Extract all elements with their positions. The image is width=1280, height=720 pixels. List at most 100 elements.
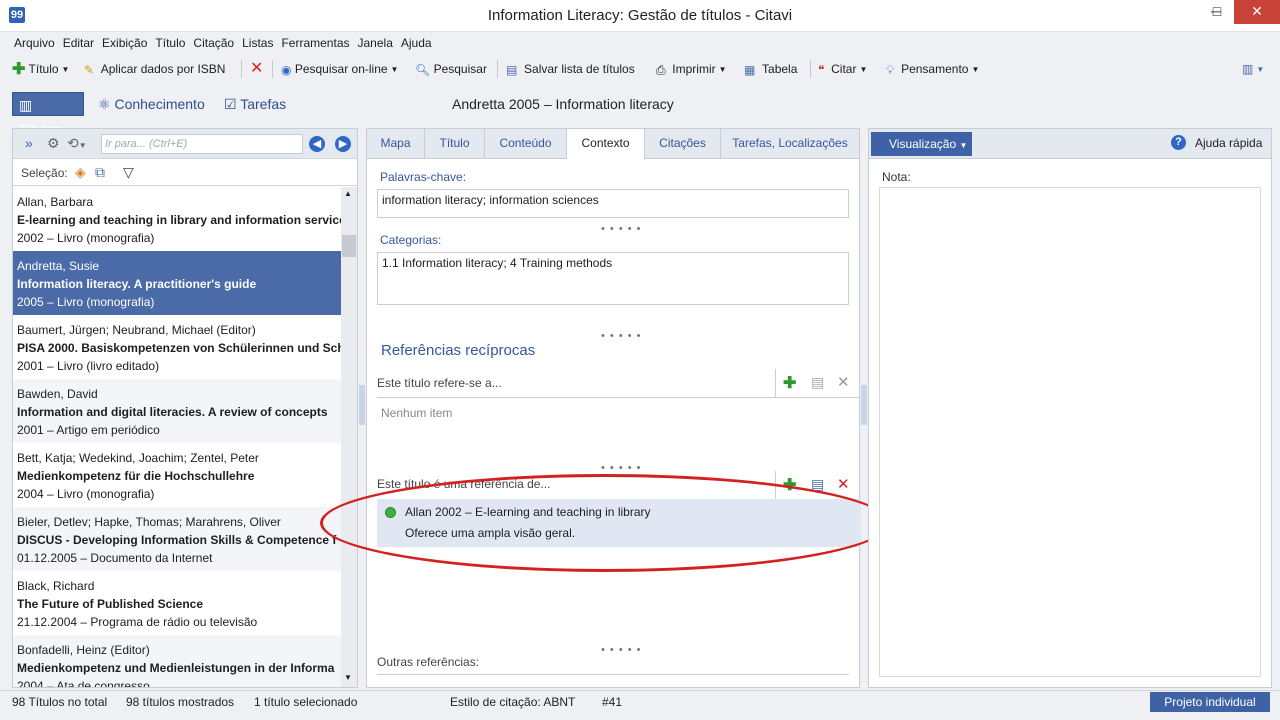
note-field[interactable] (879, 187, 1261, 677)
menu-janela[interactable]: Janela (355, 33, 396, 53)
reference-list-panel: » ⚙ ⟲▼ Ir para... (Ctrl+E) ◀ ▶ Seleção: … (12, 128, 358, 688)
history-icon[interactable]: ⟲▼ (67, 135, 87, 152)
menu-titulo[interactable]: Título (152, 33, 188, 53)
reference-authors: Allan, Barbara (17, 195, 94, 209)
refers-to-label: Este título refere-se a... (377, 376, 502, 390)
tab-titulo[interactable]: Título (425, 129, 485, 159)
thought-button[interactable]: 💡︎ Pensamento ▼ (886, 59, 979, 79)
reference-authors: Andretta, Susie (17, 259, 100, 273)
tab-contexto[interactable]: Contexto (567, 129, 645, 160)
remove-link-icon[interactable]: ✕ (837, 373, 850, 391)
forward-icon[interactable]: ▶ (335, 136, 351, 152)
tab-titulos[interactable]: ▥ Títulos (12, 92, 84, 137)
close-button[interactable]: ✕ (1234, 0, 1280, 24)
tab-mapa[interactable]: Mapa (367, 129, 425, 159)
scroll-up-icon[interactable]: ▲ (344, 189, 352, 198)
select-list-icon[interactable]: ⧉ (95, 164, 105, 181)
reference-authors: Black, Richard (17, 579, 95, 593)
layout-icon[interactable]: ▥ ▼ (1242, 59, 1264, 79)
cross-references-heading: Referências recíprocas (381, 342, 536, 359)
tab-tarefas[interactable]: ☑ Tarefas (218, 92, 292, 116)
gear-icon[interactable]: ⚙ (47, 135, 60, 152)
reference-title: DISCUS - Developing Information Skills &… (17, 533, 337, 547)
menu-listas[interactable]: Listas (239, 33, 276, 53)
expand-icon[interactable]: » (25, 135, 33, 151)
reference-row[interactable]: Andretta, Susie Information literacy. A p… (13, 251, 341, 315)
reference-row[interactable]: Bieler, Detlev; Hapke, Thomas; Marahrens… (13, 507, 341, 571)
knowledge-icon: ⚛ (98, 96, 111, 112)
keywords-field[interactable]: information literacy; information scienc… (377, 189, 849, 218)
selection-label: Seleção: (21, 166, 68, 180)
table-button[interactable]: ▦ Tabela (744, 59, 797, 79)
editor-tabs: Mapa Título Conteúdo Contexto Citações T… (367, 129, 859, 160)
menu-ferramentas[interactable]: Ferramentas (278, 33, 352, 53)
list-scrollbar[interactable]: ▲ ▼ (341, 187, 357, 687)
save-list-button[interactable]: ▤ Salvar lista de títulos (506, 59, 635, 79)
maximize-icon[interactable]: □ (1200, 0, 1234, 24)
scroll-down-icon[interactable]: ▼ (344, 673, 352, 682)
tab-conteudo[interactable]: Conteúdo (485, 129, 567, 159)
selected-count: 1 título selecionado (254, 695, 358, 709)
tab-conhecimento[interactable]: ⚛ Conhecimento (92, 92, 211, 116)
reference-row[interactable]: Allan, Barbara E-learning and teaching in… (13, 187, 341, 251)
print-button[interactable]: ⎙ Imprimir ▼ (656, 59, 727, 79)
empty-list-text: Nenhum item (381, 406, 453, 420)
tab-tarefas-localizacoes[interactable]: Tarefas, Localizações (721, 129, 859, 159)
search-button[interactable]: 🔍︎ Pesquisar (415, 59, 487, 79)
reference-info: 21.12.2004 – Programa de rádio ou televi… (17, 615, 258, 629)
splitter-dots[interactable]: • • • • • (601, 330, 641, 342)
add-link-icon[interactable]: ✚ (783, 373, 796, 393)
categories-field[interactable]: 1.1 Information literacy; 4 Training met… (377, 252, 849, 305)
tab-citacoes[interactable]: Citações (645, 129, 721, 159)
new-title-button[interactable]: ✚ Título ▼ (12, 59, 69, 79)
reference-row[interactable]: Black, Richard The Future of Published Sc… (13, 571, 341, 635)
tasks-icon: ☑ (224, 96, 237, 112)
reference-editor-panel: Mapa Título Conteúdo Contexto Citações T… (366, 128, 861, 688)
shown-count: 98 títulos mostrados (126, 695, 235, 709)
print-icon: ⎙ (656, 62, 666, 77)
goto-search-input[interactable]: Ir para... (Ctrl+E) (101, 134, 303, 154)
right-splitter-handle[interactable] (861, 385, 867, 425)
titles-icon: ▥ (19, 97, 33, 113)
splitter-dots[interactable]: • • • • • (601, 644, 641, 656)
table-icon: ▦ (744, 62, 756, 77)
quick-help-link[interactable]: Ajuda rápida (1195, 136, 1262, 150)
reference-row[interactable]: Bonfadelli, Heinz (Editor) Medienkompeten… (13, 635, 341, 687)
back-icon[interactable]: ◀ (309, 136, 325, 152)
preview-dropdown-button[interactable]: Visualização ▼ (871, 132, 972, 156)
delete-icon[interactable]: ✕ (250, 59, 263, 79)
online-search-button[interactable]: ◉ Pesquisar on-line ▼ (281, 59, 398, 79)
window-title: Information Literacy: Gestão de títulos … (487, 7, 793, 24)
menu-arquivo[interactable]: Arquivo (11, 33, 58, 53)
menu-citacao[interactable]: Citação (190, 33, 237, 53)
filter-icon[interactable]: ▽ (123, 164, 134, 181)
reference-row[interactable]: Baumert, Jürgen; Neubrand, Michael (Edit… (13, 315, 341, 379)
reference-title: Medienkompetenz für die Hochschullehre (17, 469, 255, 483)
left-splitter-handle[interactable] (359, 385, 365, 425)
help-icon[interactable]: ? (1171, 135, 1186, 150)
splitter-dots[interactable]: • • • • • (601, 462, 641, 474)
menu-ajuda[interactable]: Ajuda (398, 33, 435, 53)
isbn-button[interactable]: ✎ Aplicar dados por ISBN (84, 59, 225, 79)
keywords-label: Palavras-chave: (380, 170, 467, 184)
preview-panel: Visualização ▼ ? Ajuda rápida Nota: (868, 128, 1272, 688)
reference-authors: Baumert, Jürgen; Neubrand, Michael (Edit… (17, 323, 256, 337)
scroll-thumb[interactable] (342, 235, 356, 257)
select-tag-icon[interactable]: ◈ (75, 164, 86, 181)
splitter-dots[interactable]: • • • • • (601, 223, 641, 235)
quote-icon: ❝ (818, 62, 825, 77)
reference-title: E-learning and teaching in library and i… (17, 213, 341, 227)
cite-button[interactable]: ❝ Citar ▼ (818, 59, 867, 79)
reference-row[interactable]: Bawden, David Information and digital lit… (13, 379, 341, 443)
menu-exibicao[interactable]: Exibição (99, 33, 150, 53)
edit-link-icon[interactable]: ▤ (811, 374, 824, 391)
reference-authors: Bawden, David (17, 387, 98, 401)
menu-editar[interactable]: Editar (60, 33, 97, 53)
toolbar: ✚ Título ▼ ✎ Aplicar dados por ISBN ✕ ◉ P… (0, 55, 1280, 83)
reference-title: The Future of Published Science (17, 597, 204, 611)
reference-list: Allan, Barbara E-learning and teaching in… (13, 187, 341, 687)
reference-row[interactable]: Bett, Katja; Wedekind, Joachim; Zentel, … (13, 443, 341, 507)
reference-info: 2002 – Livro (monografia) (17, 231, 155, 245)
remove-link-icon[interactable]: ✕ (837, 475, 850, 493)
reference-authors: Bett, Katja; Wedekind, Joachim; Zentel, … (17, 451, 259, 465)
